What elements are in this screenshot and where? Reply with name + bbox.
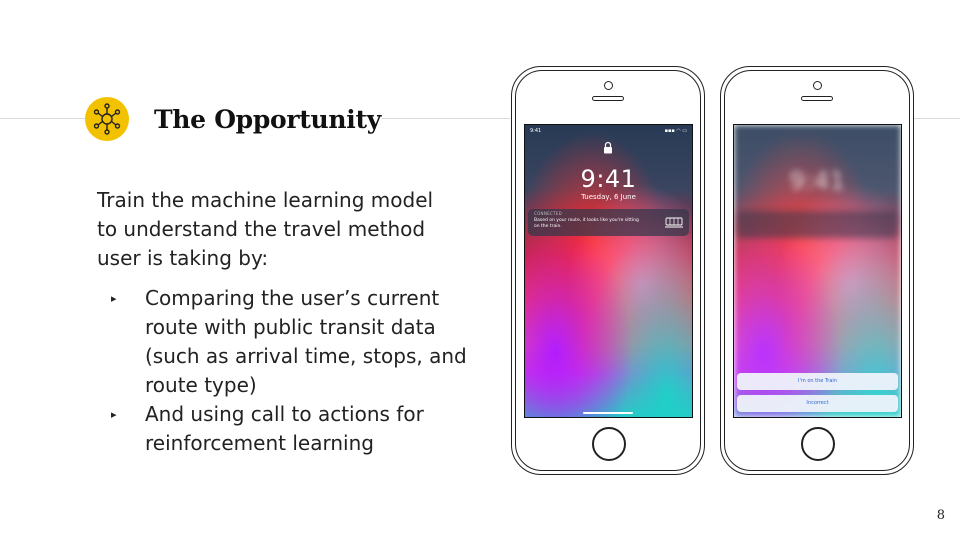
home-indicator bbox=[583, 412, 633, 414]
lock-date: Tuesday, 6 June bbox=[581, 193, 636, 201]
im-on-the-train-button[interactable]: I'm on the Train bbox=[737, 373, 898, 390]
phone-mockup-lockscreen: 9:41 ▪▪▪ ◠ ▭ 9:41 Tuesday, 6 June CONNEC… bbox=[511, 66, 705, 475]
home-button[interactable] bbox=[592, 427, 626, 461]
incorrect-button[interactable]: Incorrect bbox=[737, 395, 898, 412]
notification-card-blurred bbox=[737, 211, 898, 238]
camera-icon bbox=[813, 81, 822, 90]
notification-card[interactable]: CONNECTED Based on your route, it looks … bbox=[528, 209, 689, 236]
home-button[interactable] bbox=[801, 427, 835, 461]
status-time: 9:41 bbox=[530, 128, 542, 134]
title-rule-far-right bbox=[914, 118, 960, 119]
notification-text: Based on your route, it looks like you'r… bbox=[534, 218, 639, 229]
bullet-text: Comparing the user’s current route with … bbox=[145, 286, 467, 397]
lock-time-blurred: 9:41 bbox=[789, 167, 846, 195]
lock-time: 9:41 bbox=[580, 165, 637, 193]
speaker-icon bbox=[592, 96, 624, 101]
intro-text: Train the machine learning model to unde… bbox=[97, 188, 434, 270]
signal-icon: ▪▪▪ ◠ ▭ bbox=[664, 128, 687, 134]
phone-mockup-actions: 9:41 I'm on the Train Incorrect bbox=[720, 66, 914, 475]
bullet-text: And using call to actions for reinforcem… bbox=[145, 402, 424, 455]
phone-screen: 9:41 I'm on the Train Incorrect bbox=[733, 124, 902, 418]
title-rule-left bbox=[0, 118, 85, 119]
bullet-item: ▸ And using call to actions for reinforc… bbox=[108, 400, 468, 458]
bullet-item: ▸ Comparing the user’s current route wit… bbox=[108, 284, 468, 400]
bullet-list: ▸ Comparing the user’s current route wit… bbox=[108, 284, 468, 458]
bullet-arrow-icon: ▸ bbox=[111, 292, 117, 305]
status-bar: 9:41 ▪▪▪ ◠ ▭ bbox=[530, 128, 687, 134]
camera-icon bbox=[604, 81, 613, 90]
notification-app-name: CONNECTED bbox=[534, 211, 562, 216]
train-icon bbox=[665, 217, 683, 228]
phone-screen: 9:41 ▪▪▪ ◠ ▭ 9:41 Tuesday, 6 June CONNEC… bbox=[524, 124, 693, 418]
title-rule-right bbox=[382, 118, 510, 119]
network-hub-icon bbox=[85, 97, 129, 141]
lock-icon bbox=[604, 141, 612, 154]
bullet-arrow-icon: ▸ bbox=[111, 408, 117, 421]
page-number: 8 bbox=[936, 508, 945, 523]
slide-title: The Opportunity bbox=[154, 105, 381, 134]
speaker-icon bbox=[801, 96, 833, 101]
